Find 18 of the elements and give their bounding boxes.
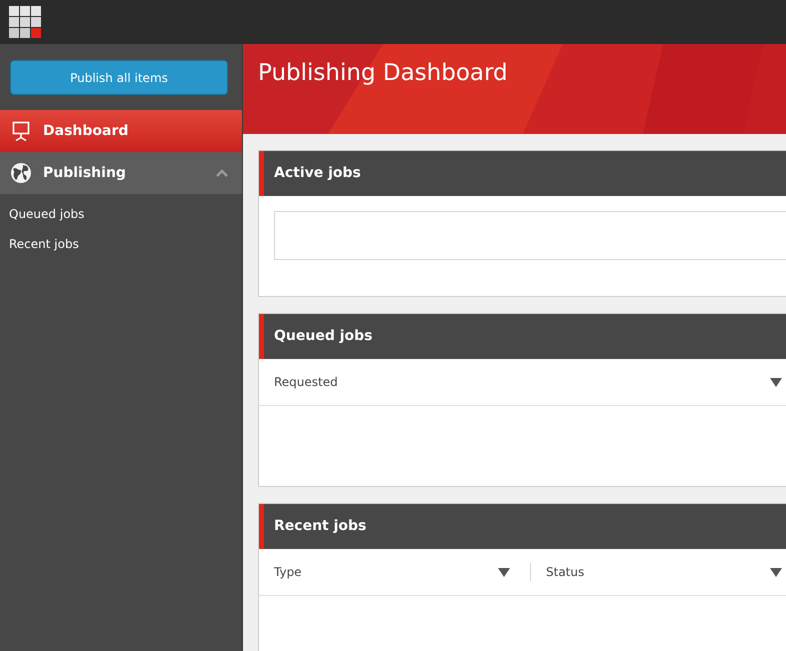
- page-title: Publishing Dashboard: [257, 59, 508, 88]
- sort-caret-icon[interactable]: [770, 378, 782, 386]
- panel-title: Active jobs: [274, 164, 361, 183]
- nav-item[interactable]: Dashboard: [0, 110, 242, 152]
- sort-caret-icon[interactable]: [770, 568, 782, 576]
- panel-title: Recent jobs: [274, 517, 366, 536]
- sort-caret-icon[interactable]: [498, 568, 510, 576]
- chevron-up-icon: [216, 169, 228, 177]
- column-header[interactable]: Type: [259, 549, 530, 595]
- nav-subitem[interactable]: Queued jobs: [0, 205, 84, 223]
- nav-subitem[interactable]: Recent jobs: [0, 235, 79, 253]
- panel-title: Queued jobs: [274, 327, 372, 346]
- nav-item[interactable]: Publishing: [0, 152, 242, 194]
- column-header[interactable]: Status: [530, 563, 786, 581]
- column-header[interactable]: Requested: [259, 359, 786, 405]
- globe-icon: [10, 162, 32, 184]
- app-grid-logo-icon[interactable]: [9, 6, 41, 38]
- presentation-board-icon: [12, 121, 30, 141]
